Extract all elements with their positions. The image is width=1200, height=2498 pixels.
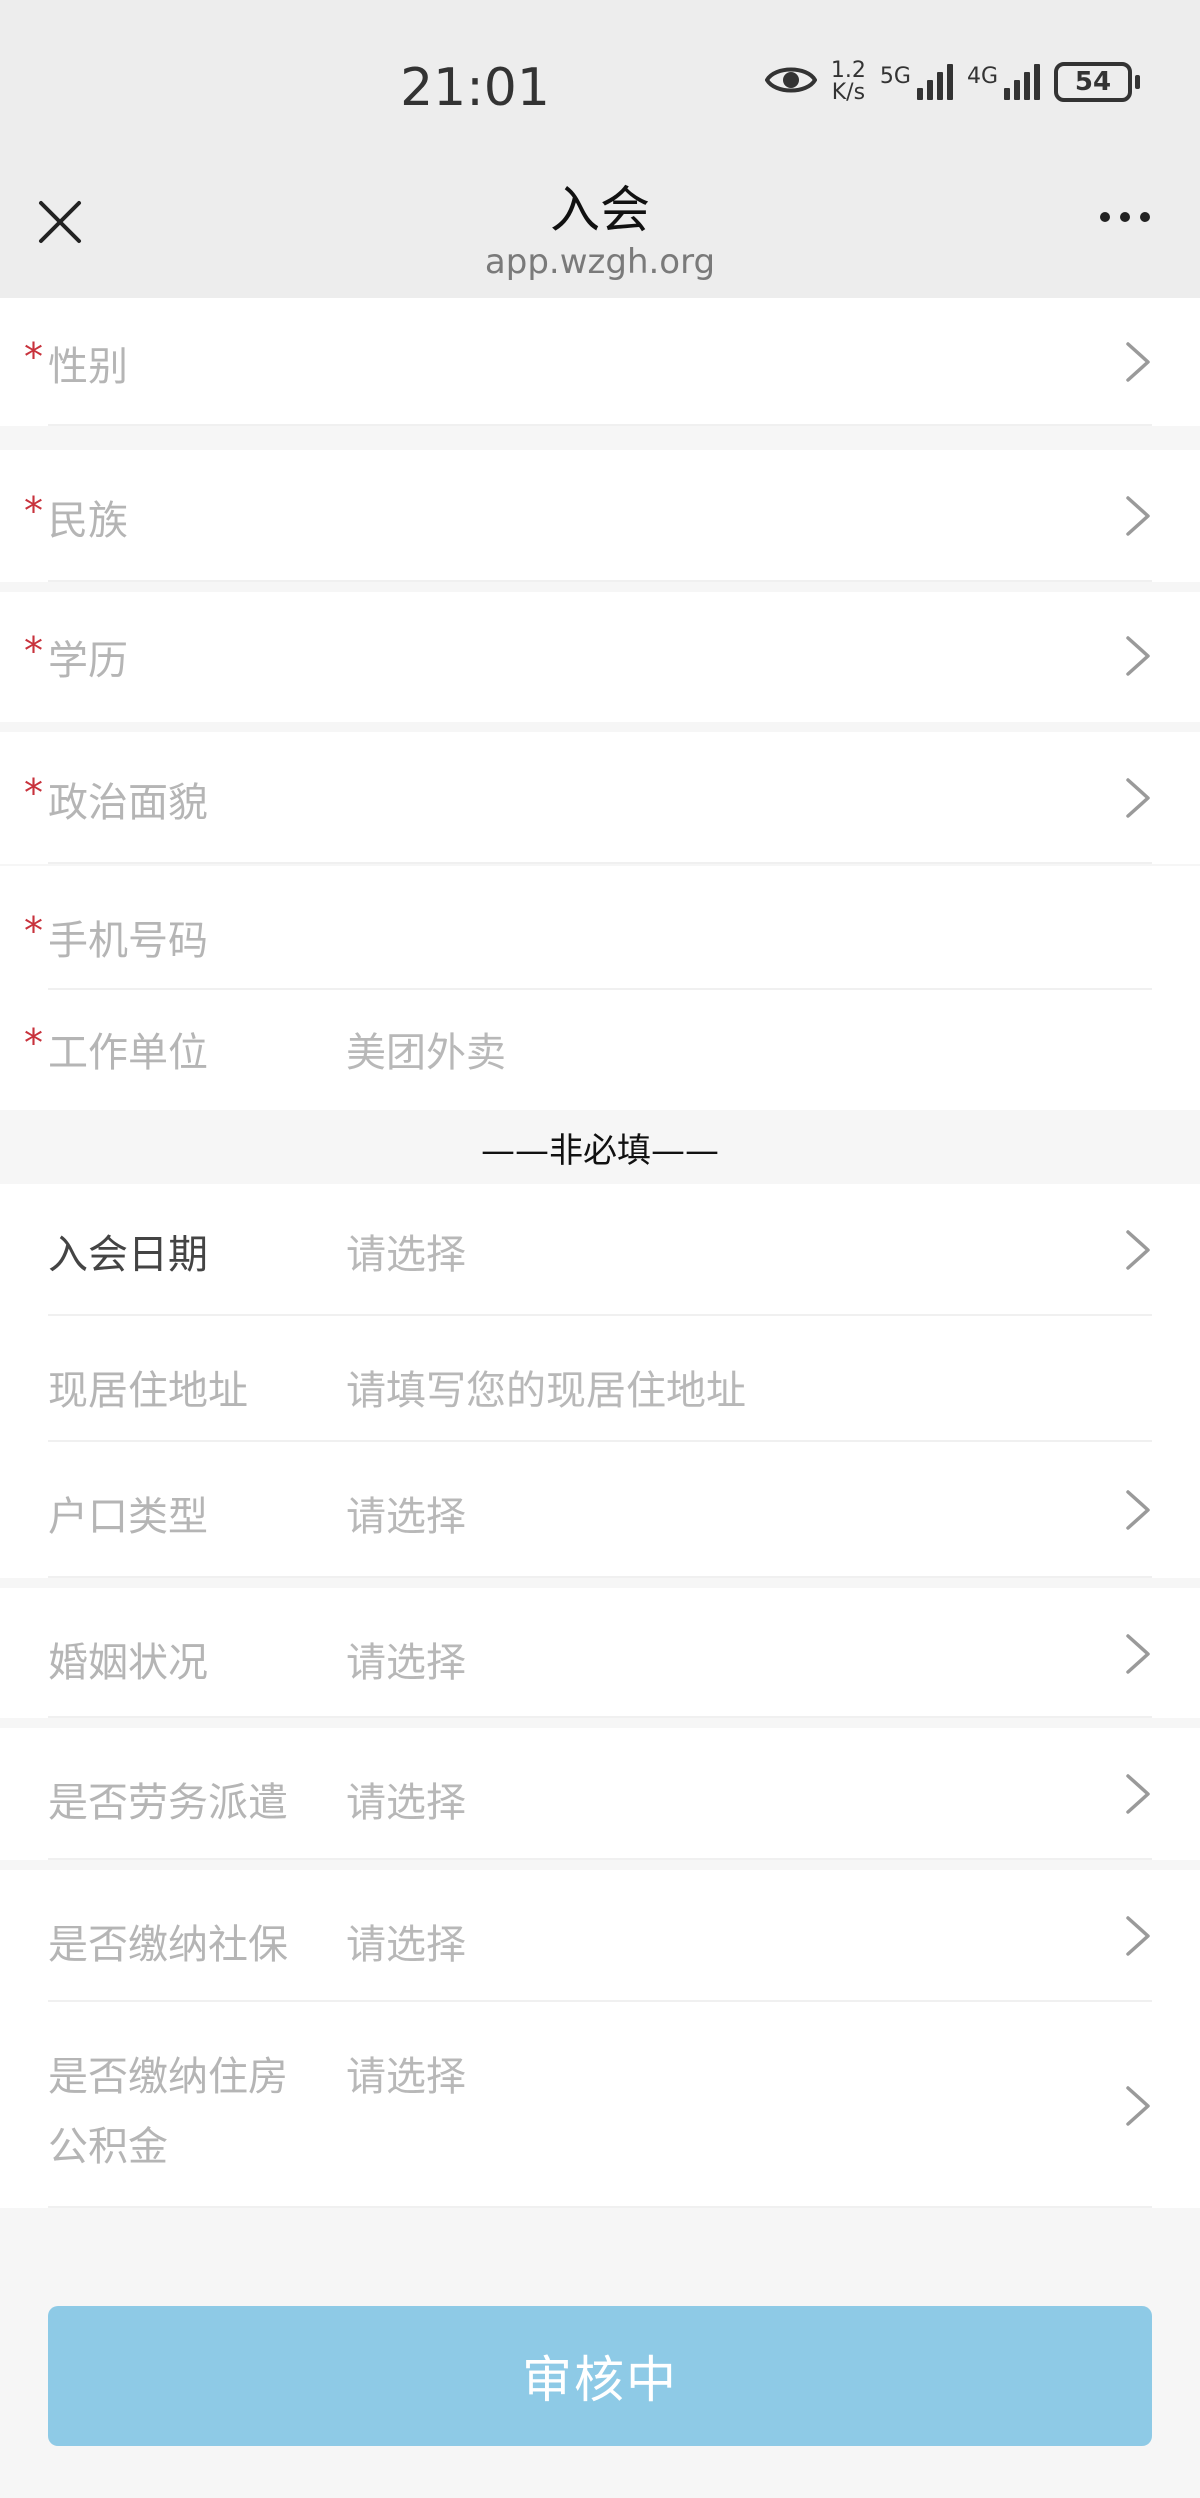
- chevron-right-icon: [1122, 494, 1154, 538]
- field-label: 政治面貌: [48, 780, 208, 826]
- optional-field-row[interactable]: 是否劳务派遣 请选择: [0, 1728, 1200, 1860]
- row-divider: [48, 580, 1152, 582]
- required-field-row[interactable]: * 性别: [0, 298, 1200, 426]
- chevron-right-icon: [1122, 1772, 1154, 1816]
- required-field-row[interactable]: * 手机号码: [0, 866, 1200, 990]
- optional-field-row[interactable]: 婚姻状况 请选择: [0, 1588, 1200, 1718]
- row-divider: [48, 2206, 1152, 2208]
- field-value[interactable]: 请选择: [346, 1484, 466, 1542]
- row-divider: [48, 1576, 1152, 1578]
- optional-section-title: ——非必填——: [0, 1110, 1200, 1184]
- net-speed-value: 1.2: [830, 58, 866, 83]
- row-divider: [48, 424, 1152, 426]
- required-field-row[interactable]: * 工作单位 美团外卖: [0, 990, 1200, 1110]
- page-url: app.wzgh.org: [484, 242, 716, 282]
- optional-field-row[interactable]: 现居住地址 请填写您的现居住地址: [0, 1316, 1200, 1442]
- required-marker: *: [24, 489, 43, 533]
- field-value[interactable]: 请选择: [346, 2044, 466, 2102]
- signal-4g-label: 4G: [966, 64, 998, 89]
- signal-4g-icon: 4G: [967, 64, 1040, 100]
- field-value[interactable]: 请选择: [346, 1912, 466, 1970]
- chevron-right-icon: [1122, 2084, 1154, 2128]
- nav-bar: 入会 app.wzgh.org: [0, 150, 1200, 298]
- chevron-right-icon: [1122, 776, 1154, 820]
- field-label: 入会日期: [48, 1232, 208, 1278]
- field-label: 民族: [48, 498, 128, 544]
- field-value[interactable]: 美团外卖: [346, 1020, 506, 1078]
- field-label: 性别: [48, 344, 128, 390]
- row-divider: [48, 1716, 1152, 1718]
- chevron-right-icon: [1122, 340, 1154, 384]
- net-speed-unit: K/s: [831, 80, 866, 105]
- field-value[interactable]: 请选择: [346, 1770, 466, 1828]
- more-icon: [1100, 212, 1110, 222]
- field-label: 是否缴纳社保: [48, 1922, 288, 1968]
- net-speed: 1.2 K/s: [831, 60, 866, 104]
- optional-field-row[interactable]: 是否缴纳住房 公积金 请选择: [0, 2002, 1200, 2208]
- optional-field-row[interactable]: 是否缴纳社保 请选择: [0, 1870, 1200, 2002]
- field-label: 现居住地址: [48, 1368, 248, 1414]
- field-label: 手机号码: [48, 918, 208, 964]
- battery-icon: 54: [1054, 62, 1140, 102]
- chevron-right-icon: [1122, 634, 1154, 678]
- chevron-right-icon: [1122, 1632, 1154, 1676]
- field-label: 是否劳务派遣: [48, 1780, 288, 1826]
- required-field-row[interactable]: * 学历: [0, 592, 1200, 722]
- row-divider: [48, 862, 1152, 864]
- required-marker: *: [24, 909, 43, 953]
- chevron-right-icon: [1122, 1228, 1154, 1272]
- required-marker: *: [24, 1021, 43, 1065]
- field-label: 工作单位: [48, 1030, 208, 1076]
- signal-5g-label: 5G: [879, 64, 911, 89]
- required-marker: *: [24, 335, 43, 379]
- required-marker: *: [24, 771, 43, 815]
- field-value[interactable]: 请选择: [346, 1222, 466, 1280]
- required-marker: *: [24, 629, 43, 673]
- more-button[interactable]: [1100, 212, 1150, 222]
- field-label: 学历: [48, 638, 128, 684]
- page-title: 入会: [550, 181, 650, 239]
- optional-field-row[interactable]: 入会日期 请选择: [0, 1184, 1200, 1316]
- field-value[interactable]: 请选择: [346, 1630, 466, 1688]
- submit-button[interactable]: 审核中: [48, 2306, 1152, 2446]
- optional-field-row[interactable]: 户口类型 请选择: [0, 1442, 1200, 1578]
- field-value[interactable]: 请填写您的现居住地址: [346, 1358, 746, 1416]
- status-bar: 21:01 1.2 K/s 5G 4G 54: [0, 0, 1200, 150]
- row-divider: [48, 1858, 1152, 1860]
- chevron-right-icon: [1122, 1914, 1154, 1958]
- signal-5g-icon: 5G: [880, 64, 953, 100]
- status-icons: 1.2 K/s 5G 4G 54: [764, 60, 1140, 104]
- field-label-line2: 公积金: [48, 2124, 168, 2170]
- chevron-right-icon: [1122, 1488, 1154, 1532]
- required-field-row[interactable]: * 政治面貌: [0, 732, 1200, 864]
- eye-icon: [764, 62, 818, 102]
- field-label: 婚姻状况: [48, 1640, 208, 1686]
- field-label: 是否缴纳住房: [48, 2054, 288, 2100]
- required-field-row[interactable]: * 民族: [0, 450, 1200, 582]
- field-label: 户口类型: [48, 1494, 208, 1540]
- battery-level: 54: [1054, 62, 1132, 102]
